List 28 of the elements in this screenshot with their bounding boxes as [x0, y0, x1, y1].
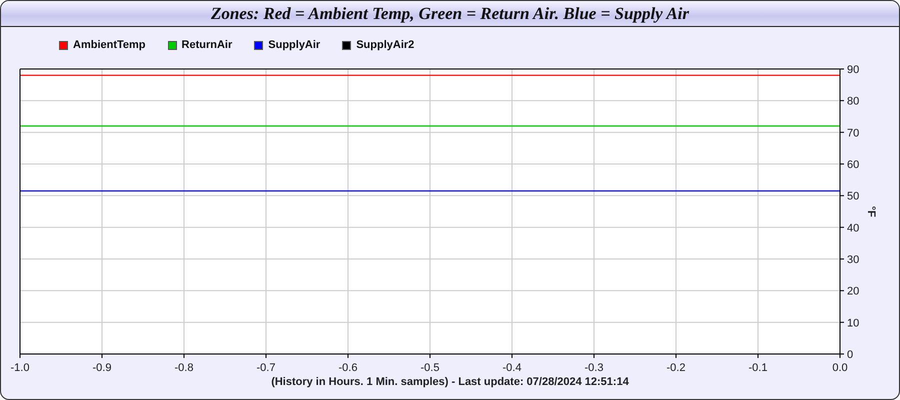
x-tick-label: -0.4 [502, 362, 522, 374]
x-tick-label: -1.0 [10, 362, 30, 374]
x-tick-label: -0.3 [584, 362, 604, 374]
y-axis-label: °F [865, 206, 877, 218]
x-tick-label: 0.0 [832, 362, 848, 374]
x-tick-label: -0.8 [174, 362, 194, 374]
x-axis-label: (History in Hours. 1 Min. samples) - Last update: 07/28/2024 12:51:14 [271, 376, 629, 388]
legend-label: AmbientTemp [73, 39, 146, 51]
legend-label: SupplyAir2 [356, 39, 414, 51]
y-tick-label: 40 [847, 222, 860, 234]
y-tick-label: 90 [847, 64, 860, 76]
y-tick-label: 20 [847, 286, 860, 298]
y-tick-label: 80 [847, 96, 860, 108]
x-tick-label: -0.1 [748, 362, 768, 374]
x-tick-label: -0.6 [338, 362, 358, 374]
y-tick-label: 50 [847, 190, 860, 203]
y-tick-label: 0 [847, 349, 854, 361]
x-tick-label: -0.7 [256, 362, 276, 374]
y-tick-label: 60 [847, 159, 860, 171]
window-title: Zones: Red = Ambient Temp, Green = Return Air. Blue = Supply Air [210, 4, 690, 24]
legend-label: ReturnAir [182, 39, 232, 51]
x-tick-label: -0.2 [666, 362, 686, 374]
y-tick-label: 30 [847, 254, 860, 266]
x-tick-label: -0.5 [420, 362, 440, 374]
y-tick-label: 70 [847, 127, 860, 140]
legend-label: SupplyAir [268, 39, 320, 51]
x-tick-label: -0.9 [92, 362, 112, 374]
y-tick-label: 10 [847, 317, 860, 330]
